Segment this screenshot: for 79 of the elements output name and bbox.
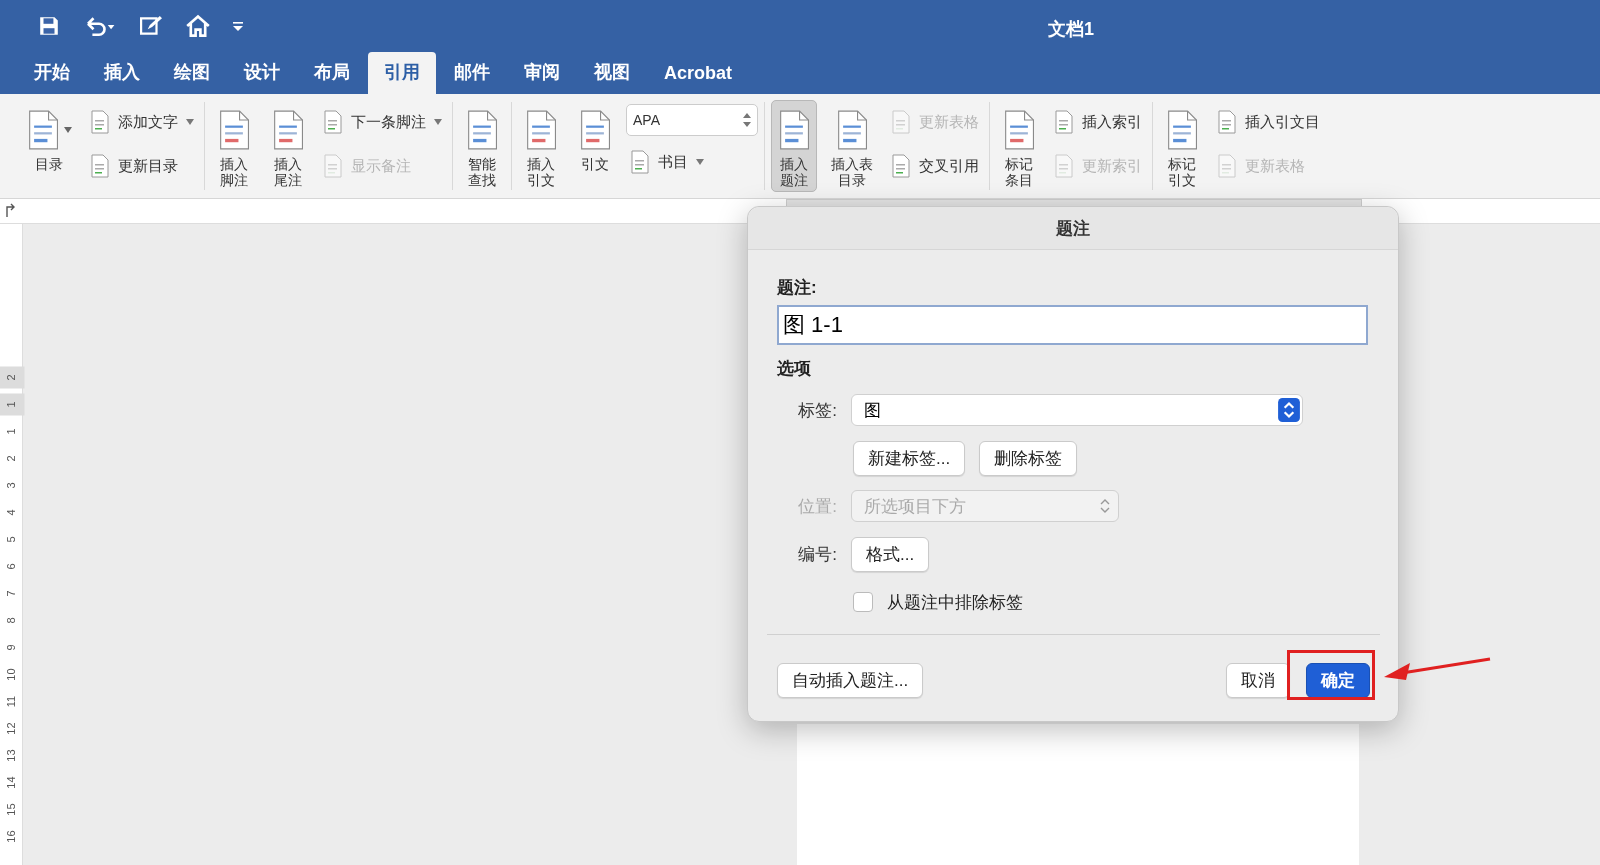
ribbon-button[interactable]: 交叉引用 <box>887 148 983 184</box>
checkbox[interactable] <box>853 592 873 612</box>
ribbon-tab[interactable]: 审阅 <box>508 52 576 94</box>
ribbon-tab[interactable]: 绘图 <box>158 52 226 94</box>
checkbox-label: 从题注中排除标签 <box>887 591 1023 614</box>
ribbon-button[interactable]: 更新目录 <box>86 148 198 184</box>
ribbon-button[interactable]: 插入题注 <box>771 100 817 192</box>
document-icon <box>1217 154 1237 178</box>
ribbon-button[interactable]: 目录 <box>20 100 78 176</box>
ribbon-button[interactable]: 标记条目 <box>996 100 1042 192</box>
document-icon <box>26 110 60 150</box>
caret-icon <box>696 159 704 165</box>
document-icon <box>271 110 305 150</box>
label-button[interactable]: 删除标签 <box>979 440 1078 476</box>
caret-icon <box>64 127 72 133</box>
ribbon-button[interactable]: 下一条脚注 <box>319 104 446 140</box>
customize-caret-icon[interactable] <box>232 20 244 32</box>
ribbon-button[interactable]: 插入尾注 <box>265 100 311 192</box>
ribbon-tab[interactable]: 引用 <box>368 52 436 94</box>
ribbon-button[interactable]: 插入脚注 <box>211 100 257 192</box>
document-icon <box>835 110 869 150</box>
document-icon <box>891 110 911 134</box>
document-icon <box>1054 154 1074 178</box>
field-label: 编号: <box>797 543 837 566</box>
ribbon-button[interactable]: 引文 <box>572 100 618 176</box>
home-icon[interactable] <box>186 14 210 38</box>
ribbon-tab[interactable]: Acrobat <box>648 55 748 94</box>
ribbon-button[interactable]: 标记引文 <box>1159 100 1205 192</box>
document-icon <box>1217 110 1237 134</box>
document-icon <box>90 110 110 134</box>
document-icon <box>524 110 558 150</box>
stepper-icon <box>1100 498 1110 514</box>
document-icon <box>90 154 110 178</box>
field-label: 位置: <box>797 495 837 518</box>
caret-icon <box>186 119 194 125</box>
document-icon <box>1002 110 1036 150</box>
dialog-title: 题注 <box>1056 217 1090 240</box>
label-dropdown[interactable]: 图 <box>851 394 1303 426</box>
ribbon-tab[interactable]: 布局 <box>298 52 366 94</box>
ribbon-tab[interactable]: 开始 <box>18 52 86 94</box>
ribbon-button[interactable]: 插入引文 <box>518 100 564 192</box>
save-icon[interactable] <box>38 15 60 37</box>
caption-field[interactable]: 图 1-1 <box>777 305 1368 345</box>
auto-caption-button[interactable]: 自动插入题注... <box>777 663 924 698</box>
cancel-button[interactable]: 取消 <box>1226 663 1290 698</box>
stepper-icon <box>743 113 751 127</box>
ribbon-button[interactable]: 书目 <box>626 144 758 180</box>
vertical-ruler: 2 1 1 2 3 4 5 6 7 8 9 10 11 12 13 14 15 16 <box>0 224 23 865</box>
ribbon-tab[interactable]: 插入 <box>88 52 156 94</box>
style-dropdown[interactable]: APA <box>626 104 758 136</box>
document-icon <box>630 150 650 174</box>
document-icon <box>1054 110 1074 134</box>
ok-button[interactable]: 确定 <box>1306 663 1370 698</box>
field-label: 标签: <box>797 399 837 422</box>
document-icon <box>323 110 343 134</box>
window-title: 文档1 <box>1048 18 1094 41</box>
ribbon-button[interactable]: 插入引文目 <box>1213 104 1324 140</box>
field-label: 题注: <box>777 277 818 299</box>
section-heading: 选项 <box>777 358 812 380</box>
ribbon-tab[interactable]: 视图 <box>578 52 646 94</box>
label-button[interactable]: 新建标签... <box>853 440 966 476</box>
document-icon <box>891 154 911 178</box>
document-icon <box>323 154 343 178</box>
document-icon <box>578 110 612 150</box>
ribbon-button[interactable]: 插入表目录 <box>825 100 879 192</box>
tab-stop-icon[interactable] <box>5 203 17 217</box>
format-button[interactable]: 格式... <box>851 536 930 572</box>
ribbon-button[interactable]: 智能查找 <box>459 100 505 192</box>
edit-document-icon[interactable] <box>138 15 164 37</box>
document-icon <box>465 110 499 150</box>
stepper-icon <box>1278 398 1300 422</box>
ribbon-tab[interactable]: 设计 <box>228 52 296 94</box>
ribbon-button[interactable]: 添加文字 <box>86 104 198 140</box>
document-icon <box>777 110 811 150</box>
ribbon-tab[interactable]: 邮件 <box>438 52 506 94</box>
caret-icon <box>434 119 442 125</box>
ribbon-button[interactable]: 插入索引 <box>1050 104 1146 140</box>
document-icon <box>1165 110 1199 150</box>
document-icon <box>217 110 251 150</box>
